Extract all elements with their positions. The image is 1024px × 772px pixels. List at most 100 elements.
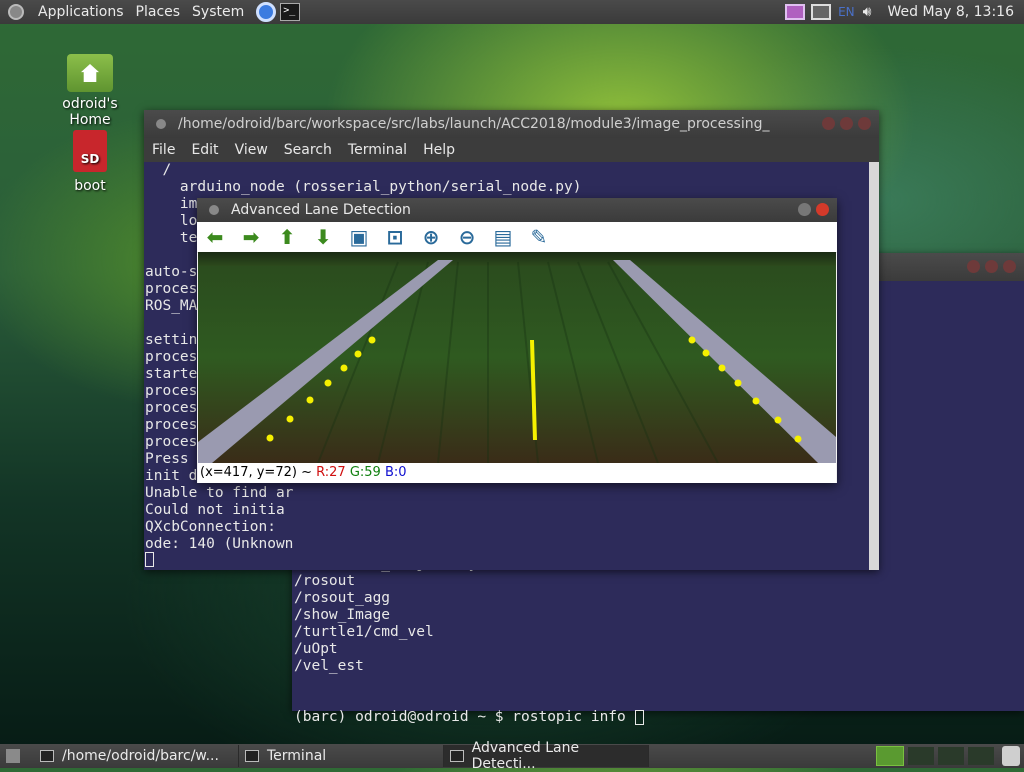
minimize-button[interactable] — [798, 203, 811, 216]
window-buttons — [962, 260, 1016, 273]
terminal-line: / — [145, 162, 172, 178]
taskbar-item[interactable]: Terminal — [239, 745, 444, 767]
menu-search[interactable]: Search — [276, 142, 340, 158]
desktop-icon-boot[interactable]: SD boot — [55, 130, 125, 194]
lane-marker-dot — [774, 416, 782, 424]
lane-marker-dot — [266, 434, 274, 442]
lane-window-titlebar[interactable]: Advanced Lane Detection — [197, 198, 837, 222]
window-icon — [450, 750, 464, 762]
clock[interactable]: Wed May 8, 13:16 — [887, 4, 1014, 20]
keyboard-layout[interactable]: EN — [838, 5, 855, 19]
lane-marker-dot — [286, 415, 294, 423]
pixel-status-bar: (x=417, y=72) ~ R:27 G:59 B:0 — [198, 463, 836, 483]
browser-launcher-icon[interactable] — [256, 2, 277, 22]
workspace-4[interactable] — [968, 747, 994, 765]
terminal-launch-titlebar[interactable]: /home/odroid/barc/workspace/src/labs/lau… — [144, 110, 879, 138]
minimize-button[interactable] — [967, 260, 980, 273]
home-folder-icon — [67, 54, 113, 92]
window-menu-icon[interactable] — [209, 205, 219, 215]
text-cursor — [145, 552, 154, 567]
menu-help[interactable]: Help — [415, 142, 463, 158]
menu-edit[interactable]: Edit — [183, 142, 226, 158]
lane-marker-dot — [702, 349, 710, 357]
display-icon[interactable] — [785, 4, 806, 20]
lane-marker-dot — [794, 435, 802, 443]
menu-places[interactable]: Places — [130, 4, 187, 20]
lane-marker-dot — [688, 336, 696, 344]
top-panel: Applications Places System >_ EN 🔊︎ Wed … — [0, 0, 1024, 24]
window-title: /home/odroid/barc/workspace/src/labs/lau… — [178, 116, 770, 132]
taskbar-item-label: Advanced Lane Detecti... — [471, 740, 580, 772]
workspace-1[interactable] — [876, 746, 904, 766]
terminal-line: arduino_node (rosserial_python/serial_no… — [145, 179, 582, 195]
system-tray: EN 🔊︎ Wed May 8, 13:16 — [782, 0, 1024, 24]
terminal-line: /rosout — [294, 573, 356, 589]
maximize-button[interactable] — [985, 260, 998, 273]
close-button[interactable] — [816, 203, 829, 216]
window-menu-icon[interactable] — [156, 119, 166, 129]
menu-view[interactable]: View — [227, 142, 276, 158]
terminal-line: /turtle1/cmd_vel — [294, 624, 434, 640]
back-arrow-icon[interactable]: ⬅ — [203, 225, 227, 249]
network-icon[interactable] — [811, 4, 832, 20]
taskbar-item[interactable]: Advanced Lane Detecti... — [444, 740, 649, 772]
image-toolbar: ⬅ ➡ ⬆ ⬇ ▣ ⊡ ⊕ ⊖ ▤ ✎ — [197, 222, 837, 253]
sd-card-icon: SD — [73, 130, 107, 172]
show-desktop-icon[interactable] — [6, 749, 20, 763]
camera-view[interactable] — [198, 252, 836, 463]
taskbar-item-label: /home/odroid/barc/w... — [62, 748, 219, 764]
menu-system[interactable]: System — [186, 4, 250, 20]
terminal-line: ode: 140 (Unknown — [145, 536, 294, 552]
forward-arrow-icon[interactable]: ➡ — [239, 225, 263, 249]
terminal-line: /show_Image — [294, 607, 391, 623]
lane-marker-dot — [306, 396, 314, 404]
terminal-icon — [40, 750, 54, 762]
taskbar-item[interactable]: /home/odroid/barc/w... — [34, 745, 239, 767]
close-button[interactable] — [858, 117, 871, 130]
brush-icon[interactable]: ✎ — [527, 225, 551, 249]
lane-image — [198, 252, 836, 463]
zoom-in-icon[interactable]: ⊕ — [419, 225, 443, 249]
zoom-out-icon[interactable]: ⊖ — [455, 225, 479, 249]
taskbar-item-label: Terminal — [267, 748, 327, 764]
workspace-3[interactable] — [938, 747, 964, 765]
maximize-button[interactable] — [840, 117, 853, 130]
lane-marker-dot — [368, 336, 376, 344]
save-icon[interactable]: ▤ — [491, 225, 515, 249]
trash-icon[interactable] — [1002, 746, 1020, 766]
menu-applications[interactable]: Applications — [32, 4, 130, 20]
terminal-line: Could not initia — [145, 502, 285, 518]
distro-logo-icon[interactable] — [8, 4, 24, 20]
up-arrow-icon[interactable]: ⬆ — [275, 225, 299, 249]
desktop-icon-home[interactable]: odroid's Home — [55, 54, 125, 128]
window-title: Advanced Lane Detection — [231, 202, 411, 218]
window-buttons — [817, 117, 871, 130]
window-buttons — [793, 203, 829, 216]
cursor-coords: (x=417, y=72) ~ — [200, 465, 312, 480]
zoom-fit-icon[interactable]: ⊡ — [383, 225, 407, 249]
pixel-red-value: R:27 — [316, 465, 346, 480]
menu-file[interactable]: File — [144, 142, 183, 158]
lane-marker-dot — [340, 364, 348, 372]
workspace-2[interactable] — [908, 747, 934, 765]
desktop-icon-label: boot — [74, 178, 106, 194]
terminal-prompt[interactable]: (barc) odroid@odroid ~ $ rostopic info — [294, 709, 1024, 726]
close-button[interactable] — [1003, 260, 1016, 273]
image-icon[interactable]: ▣ — [347, 225, 371, 249]
pixel-green-value: G:59 — [349, 465, 381, 480]
down-arrow-icon[interactable]: ⬇ — [311, 225, 335, 249]
terminal-line: QXcbConnection: — [145, 519, 285, 535]
terminal-line: /uOpt — [294, 641, 338, 657]
volume-icon[interactable]: 🔊︎ — [863, 4, 872, 20]
text-cursor — [634, 709, 644, 725]
workspace-switcher — [876, 744, 1024, 768]
scrollbar[interactable] — [869, 162, 879, 570]
terminal-launcher-icon[interactable]: >_ — [280, 3, 301, 21]
lane-marker-dot — [718, 364, 726, 372]
lane-marker-dot — [734, 379, 742, 387]
bottom-taskbar: /home/odroid/barc/w... Terminal Advanced L… — [0, 740, 1024, 772]
terminal-line: Unable to find ar — [145, 485, 294, 501]
minimize-button[interactable] — [822, 117, 835, 130]
lane-detection-window[interactable]: Advanced Lane Detection ⬅ ➡ ⬆ ⬇ ▣ ⊡ ⊕ ⊖ ▤ ✎ — [197, 198, 837, 483]
menu-terminal[interactable]: Terminal — [340, 142, 415, 158]
